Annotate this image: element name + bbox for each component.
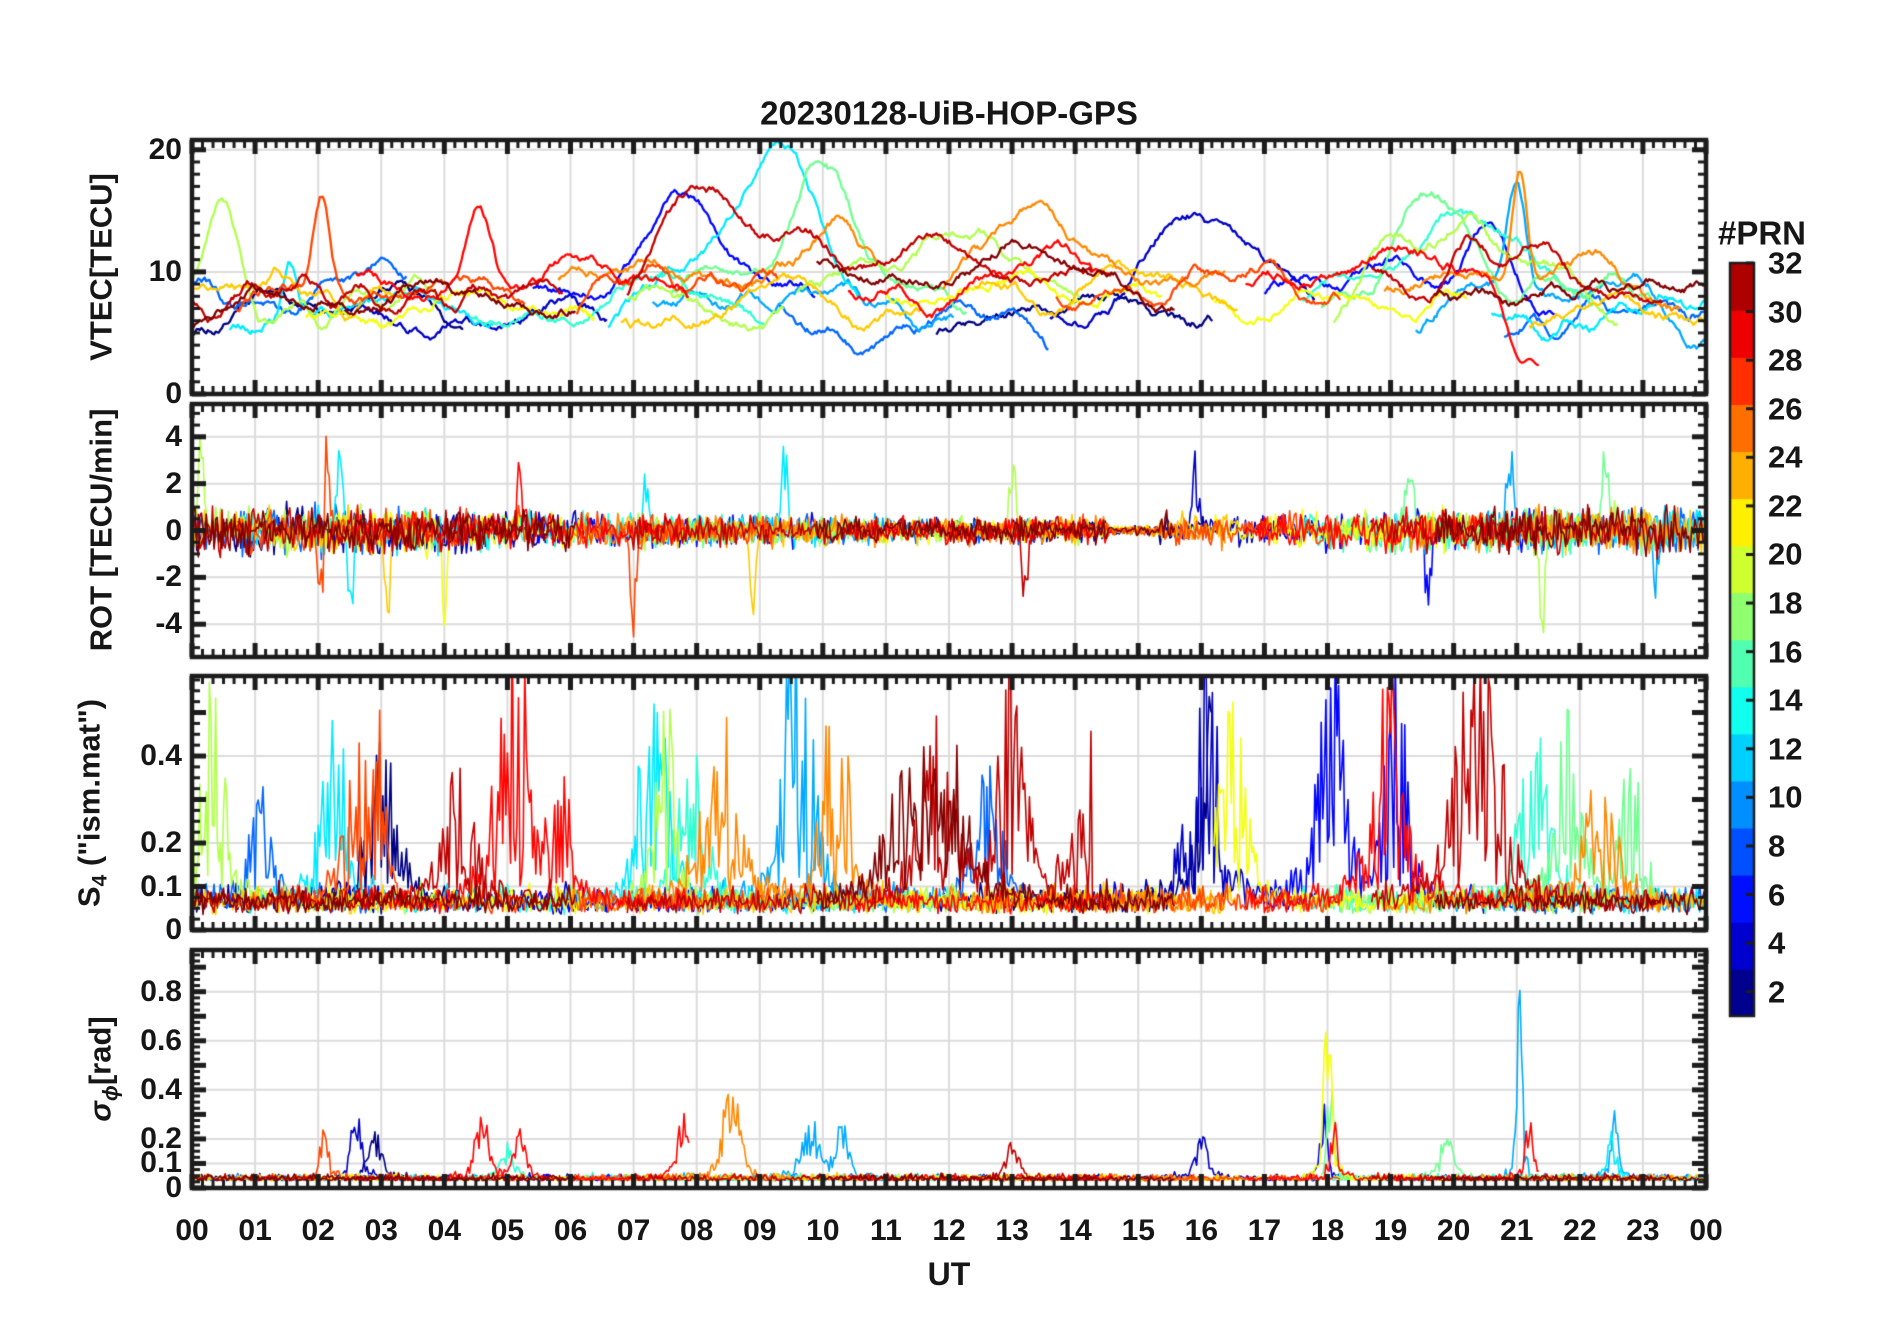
y-tick-label: 0.2 — [140, 1121, 182, 1155]
figure: 20230128-UiB-HOP-GPS VTEC[TECU] ROT [TEC… — [0, 0, 1902, 1330]
y-tick-label: 0.2 — [140, 826, 182, 859]
colorbar-tick-label: 32 — [1768, 245, 1803, 281]
x-tick-label: 23 — [1626, 1214, 1660, 1247]
x-tick-label: 15 — [1121, 1214, 1155, 1247]
y-tick-label: 0.8 — [140, 974, 182, 1008]
y-tick-label: 0 — [165, 513, 182, 547]
x-tick-label: 01 — [238, 1214, 272, 1247]
y-tick-label: -2 — [155, 560, 182, 594]
x-tick-label: 13 — [995, 1214, 1029, 1247]
x-tick-label: 03 — [364, 1214, 398, 1247]
x-tick-label: 04 — [427, 1214, 462, 1247]
x-tick-label: 00 — [1689, 1214, 1723, 1247]
x-tick-label: 21 — [1500, 1214, 1534, 1247]
colorbar-tick-label: 14 — [1768, 682, 1803, 718]
x-tick-label: 06 — [553, 1214, 588, 1247]
x-tick-label: 08 — [679, 1214, 714, 1247]
y-tick-label: 10 — [148, 254, 182, 288]
y-tick-label: 0.4 — [140, 739, 182, 773]
x-tick-label: 14 — [1058, 1214, 1092, 1247]
y-tick-label: 0.6 — [140, 1023, 182, 1057]
y-tick-label: 4 — [165, 419, 182, 453]
x-tick-label: 11 — [870, 1214, 902, 1247]
x-tick-label: 22 — [1563, 1214, 1597, 1247]
y-tick-label: 0.1 — [140, 869, 182, 903]
x-tick-label: 20 — [1436, 1214, 1471, 1247]
x-tick-label: 12 — [932, 1214, 966, 1247]
y-tick-label: -4 — [155, 607, 182, 641]
x-tick-label: 10 — [806, 1214, 840, 1247]
x-tick-label: 07 — [616, 1214, 651, 1247]
y-tick-label: 0.4 — [140, 1072, 182, 1106]
colorbar-tick-label: 10 — [1768, 779, 1803, 815]
colorbar-tick-label: 16 — [1768, 634, 1803, 670]
colorbar-tick-label: 4 — [1768, 925, 1786, 961]
x-tick-label: 17 — [1247, 1214, 1282, 1247]
y-tick-label: 20 — [148, 132, 182, 166]
y-tick-label: 0 — [165, 913, 182, 946]
colorbar-tick-label: 6 — [1768, 877, 1786, 913]
y-tick-label: 0 — [165, 377, 182, 410]
colorbar-tick-label: 18 — [1768, 585, 1803, 621]
x-tick-label: 09 — [743, 1214, 777, 1247]
colorbar-tick-label: 12 — [1768, 731, 1803, 767]
colorbar-tick-label: 24 — [1768, 439, 1803, 475]
x-tick-label: 00 — [175, 1214, 209, 1247]
colorbar-tick-label: 8 — [1768, 828, 1786, 864]
x-axis-title: UT — [927, 1256, 971, 1292]
chart-canvas — [0, 0, 1902, 1330]
colorbar-tick-label: 28 — [1768, 342, 1803, 378]
colorbar-tick-label: 2 — [1768, 974, 1786, 1010]
x-tick-label: 02 — [301, 1214, 335, 1247]
colorbar-tick-label: 22 — [1768, 488, 1803, 524]
chart-title: 20230128-UiB-HOP-GPS — [760, 94, 1138, 132]
x-tick-label: 05 — [490, 1214, 525, 1247]
x-tick-label: 19 — [1373, 1214, 1408, 1247]
x-tick-label: 18 — [1310, 1214, 1345, 1247]
colorbar-tick-label: 20 — [1768, 536, 1803, 572]
colorbar-tick-label: 30 — [1768, 294, 1803, 330]
x-tick-label: 16 — [1184, 1214, 1219, 1247]
y-tick-label: 2 — [165, 466, 182, 500]
colorbar-tick-label: 26 — [1768, 391, 1803, 427]
